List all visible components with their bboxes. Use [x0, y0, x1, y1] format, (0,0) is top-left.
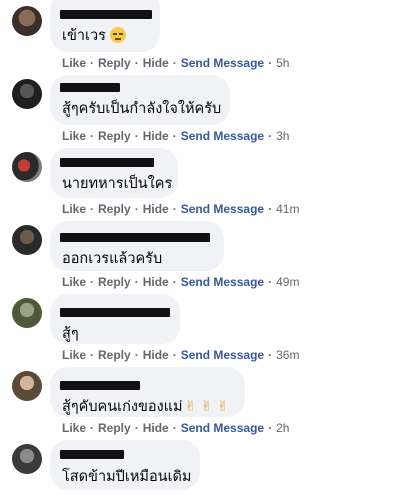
send-message-link[interactable]: Send Message — [181, 275, 264, 289]
like-link[interactable]: Like — [62, 56, 86, 70]
comment-time[interactable]: 2h — [276, 421, 289, 435]
send-message-link[interactable]: Send Message — [181, 348, 264, 362]
comment-text: สู้ๆคับคนเก่งของแม่ ✌ ✌ ✌ — [62, 399, 229, 415]
avatar[interactable] — [12, 79, 42, 109]
reply-link[interactable]: Reply — [98, 202, 131, 216]
comment-text: โสดข้ามปีเหมือนเดิม — [62, 469, 192, 485]
redacted-name — [60, 83, 120, 92]
hide-link[interactable]: Hide — [143, 202, 169, 216]
redacted-name — [60, 10, 152, 19]
comment-time[interactable]: 41m — [276, 202, 299, 216]
like-link[interactable]: Like — [62, 275, 86, 289]
send-message-link[interactable]: Send Message — [181, 202, 264, 216]
hide-link[interactable]: Hide — [143, 129, 169, 143]
avatar[interactable] — [12, 225, 42, 255]
comment-actions: Like · Reply · Hide · Send Message · 36m — [62, 348, 300, 362]
like-link[interactable]: Like — [62, 421, 86, 435]
reply-link[interactable]: Reply — [98, 56, 131, 70]
avatar[interactable] — [12, 6, 42, 36]
victory-hand-icon: ✌ ✌ ✌ — [184, 399, 229, 415]
hide-link[interactable]: Hide — [143, 421, 169, 435]
comment-text: ออกเวรแล้วครับ — [62, 251, 163, 267]
comment-actions: Like · Reply · Hide · Send Message · 3h — [62, 129, 290, 143]
comment-actions: Like · Reply · Hide · Send Message · 2h — [62, 421, 290, 435]
comment-bubble: สู้ๆ — [50, 294, 180, 344]
avatar[interactable] — [12, 298, 42, 328]
redacted-name — [60, 308, 170, 317]
hide-link[interactable]: Hide — [143, 348, 169, 362]
reply-link[interactable]: Reply — [98, 275, 131, 289]
avatar[interactable] — [12, 152, 42, 182]
comment-text: สู้ๆครับเป็นกำลังใจให้ครับ — [62, 101, 222, 117]
comment-text: เข้าเวร — [62, 24, 126, 47]
avatar[interactable] — [12, 371, 42, 401]
reply-link[interactable]: Reply — [98, 421, 131, 435]
expressionless-emoji-icon — [109, 27, 126, 43]
redacted-name — [60, 158, 154, 167]
redacted-name — [60, 381, 140, 390]
comment-actions: Like · Reply · Hide · Send Message · 41m — [62, 202, 300, 216]
comment-bubble: นายทหารเป็นใคร — [50, 148, 178, 198]
comment-actions: Like · Reply · Hide · Send Message · 5h — [62, 56, 290, 70]
comment-actions: Like · Reply · Hide · Send Message · 49m — [62, 275, 300, 289]
comment-bubble: สู้ๆคับคนเก่งของแม่ ✌ ✌ ✌ — [50, 367, 245, 417]
redacted-name — [60, 233, 210, 242]
like-link[interactable]: Like — [62, 129, 86, 143]
redacted-name — [60, 450, 124, 459]
reply-link[interactable]: Reply — [98, 129, 131, 143]
comment-text: สู้ๆ — [62, 326, 79, 342]
comment-text: นายทหารเป็นใคร — [62, 176, 173, 192]
comment-time[interactable]: 49m — [276, 275, 299, 289]
send-message-link[interactable]: Send Message — [181, 56, 264, 70]
reply-link[interactable]: Reply — [98, 348, 131, 362]
hide-link[interactable]: Hide — [143, 56, 169, 70]
comment-bubble: เข้าเวร — [50, 0, 160, 52]
comment-bubble: สู้ๆครับเป็นกำลังใจให้ครับ — [50, 75, 230, 125]
comment-time[interactable]: 36m — [276, 348, 299, 362]
hide-link[interactable]: Hide — [143, 275, 169, 289]
send-message-link[interactable]: Send Message — [181, 421, 264, 435]
comment-bubble: ออกเวรแล้วครับ — [50, 221, 224, 271]
like-link[interactable]: Like — [62, 348, 86, 362]
like-link[interactable]: Like — [62, 202, 86, 216]
avatar[interactable] — [12, 444, 42, 474]
comment-bubble: โสดข้ามปีเหมือนเดิม — [50, 440, 200, 490]
send-message-link[interactable]: Send Message — [181, 129, 264, 143]
comment-time[interactable]: 5h — [276, 56, 289, 70]
comment-time[interactable]: 3h — [276, 129, 289, 143]
